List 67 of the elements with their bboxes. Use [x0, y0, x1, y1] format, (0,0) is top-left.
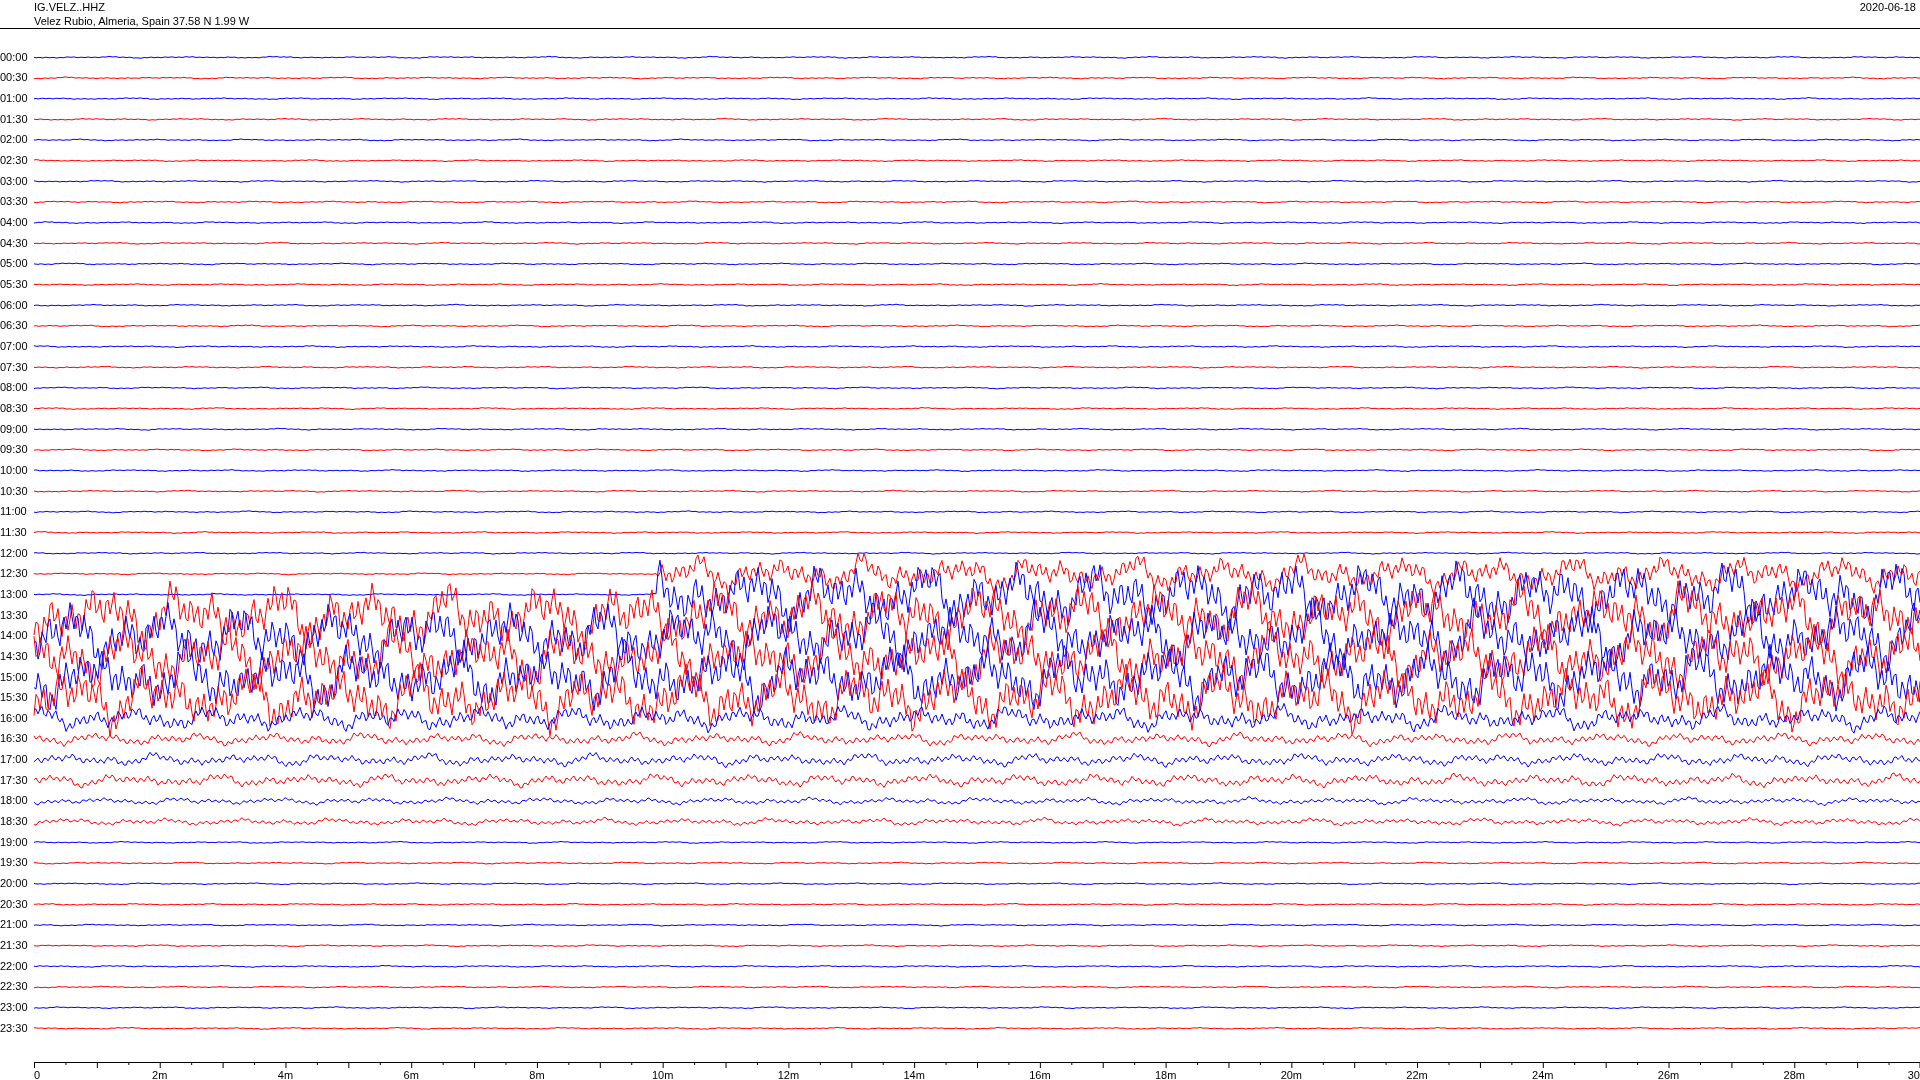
axis-tick-label: 26m — [1657, 1069, 1680, 1080]
axis-tick-label: 6m — [403, 1069, 419, 1080]
axis-tick-label: 12m — [777, 1069, 800, 1080]
row-time-label: 23:30 — [0, 1022, 28, 1034]
row-time-label: 08:30 — [0, 403, 28, 414]
row-time-label: 04:00 — [0, 217, 28, 229]
row-time-label: 23:00 — [0, 1002, 28, 1013]
row-time-label: 04:30 — [0, 237, 28, 249]
row-time-label: 05:00 — [0, 258, 28, 270]
row-time-label: 06:30 — [0, 320, 28, 332]
axis-tick-label: 20m — [1280, 1069, 1303, 1080]
row-time-label: 22:00 — [0, 960, 28, 972]
row-time-label: 03:30 — [0, 196, 28, 208]
row-time-label: 07:00 — [0, 341, 28, 352]
row-time-label: 09:30 — [0, 444, 28, 456]
axis-tick-label: 14m — [903, 1069, 925, 1080]
row-time-label: 02:00 — [0, 134, 28, 146]
row-time-label: 18:30 — [0, 816, 28, 828]
row-time-label: 03:00 — [0, 175, 28, 187]
axis-tick-label: 2m — [152, 1069, 168, 1080]
row-time-label: 17:30 — [0, 774, 28, 786]
row-time-label: 12:00 — [0, 547, 28, 559]
row-time-label: 19:30 — [0, 857, 28, 869]
row-time-label: 14:30 — [0, 650, 28, 662]
row-time-label: 15:00 — [0, 671, 28, 683]
axis-tick-label: 22m — [1406, 1069, 1428, 1080]
station-location: Velez Rubio, Almeria, Spain 37.58 N 1.99 W — [34, 14, 250, 28]
row-time-label: 06:00 — [0, 299, 28, 311]
row-time-label: 15:30 — [0, 692, 28, 704]
row-time-label: 08:00 — [0, 382, 28, 394]
row-time-label: 00:00 — [0, 51, 28, 63]
row-time-label: 13:30 — [0, 609, 28, 621]
station-code: IG.VELZ..HHZ — [34, 0, 106, 14]
axis-tick-label: 4m — [277, 1069, 294, 1080]
row-time-label: 20:00 — [0, 878, 28, 890]
row-time-label: 16:00 — [0, 712, 28, 724]
row-time-label: 17:00 — [0, 754, 28, 766]
row-time-label: 19:00 — [0, 836, 28, 848]
row-time-label: 21:00 — [0, 919, 28, 931]
axis-tick-label: 8m — [529, 1069, 545, 1080]
row-time-label: 07:30 — [0, 361, 28, 373]
row-time-label: 02:30 — [0, 155, 28, 167]
axis-tick-label: 30 — [1907, 1069, 1920, 1080]
row-time-label: 13:00 — [0, 588, 28, 600]
row-time-label: 10:00 — [0, 464, 28, 476]
row-time-label: 20:30 — [0, 898, 28, 910]
row-time-label: 22:30 — [0, 981, 28, 993]
axis-tick-label: 16m — [1029, 1069, 1051, 1080]
row-time-label: 14:00 — [0, 630, 28, 642]
axis-tick-label: 28m — [1783, 1069, 1805, 1080]
axis-tick-label: 18m — [1154, 1069, 1177, 1080]
row-time-label: 01:30 — [0, 113, 28, 125]
axis-tick-label: 10m — [651, 1069, 674, 1080]
row-time-label: 11:30 — [0, 526, 27, 538]
row-time-label: 00:30 — [0, 72, 28, 84]
row-time-label: 21:30 — [0, 940, 28, 952]
row-time-label: 11:00 — [0, 506, 27, 518]
axis-tick-label: 0 — [34, 1069, 41, 1080]
axis-tick-label: 24m — [1532, 1069, 1554, 1080]
row-time-label: 16:30 — [0, 733, 28, 745]
row-time-label: 18:00 — [0, 795, 28, 807]
row-time-label: 12:30 — [0, 568, 28, 580]
row-time-label: 10:30 — [0, 485, 28, 497]
row-time-label: 01:00 — [0, 93, 28, 105]
row-time-label: 05:30 — [0, 279, 28, 291]
date-label: 2020-06-18 — [1859, 0, 1916, 14]
row-time-label: 09:00 — [0, 423, 28, 435]
